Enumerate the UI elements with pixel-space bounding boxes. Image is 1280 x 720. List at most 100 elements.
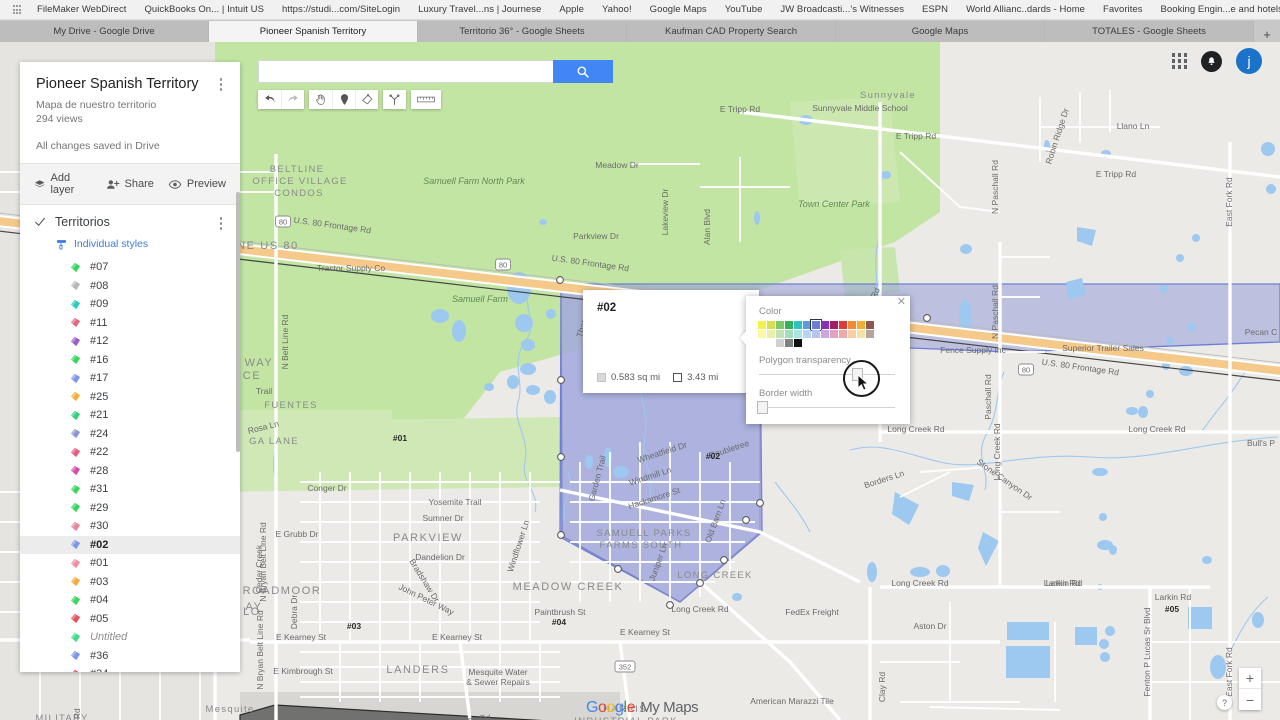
color-swatch[interactable] xyxy=(839,321,847,329)
color-swatch[interactable] xyxy=(866,321,874,329)
color-swatch[interactable] xyxy=(776,321,784,329)
browser-tab[interactable]: Territorio 36° - Google Sheets xyxy=(418,21,627,42)
color-swatch[interactable] xyxy=(839,330,847,338)
color-swatch[interactable] xyxy=(767,330,775,338)
bookmark-item[interactable]: YouTube xyxy=(716,0,772,19)
browser-tab-active[interactable]: Pioneer Spanish Territory xyxy=(209,21,418,42)
map-legend-panel[interactable]: Pioneer Spanish Territory Mapa de nuestr… xyxy=(20,62,240,672)
feature-list-item[interactable]: #34 xyxy=(20,665,240,672)
border-width-slider-track[interactable] xyxy=(759,407,895,408)
color-swatch[interactable] xyxy=(848,321,856,329)
border-width-slider-knob[interactable] xyxy=(757,401,768,414)
browser-tab[interactable]: Kaufman CAD Property Search xyxy=(627,21,836,42)
color-swatch[interactable] xyxy=(794,321,802,329)
search-button[interactable] xyxy=(553,60,613,83)
feature-list-item[interactable]: #21 xyxy=(20,406,240,425)
browser-tab[interactable]: TOTALES - Google Sheets xyxy=(1045,21,1254,42)
feature-list-item[interactable]: #02 xyxy=(20,535,240,554)
feature-list-item[interactable]: #09 xyxy=(20,295,240,314)
color-swatch[interactable] xyxy=(776,330,784,338)
layer-menu-icon[interactable] xyxy=(214,217,228,233)
feature-list-item[interactable]: #25 xyxy=(20,388,240,407)
feature-list-item[interactable]: #31 xyxy=(20,480,240,499)
map-tools-toolbar[interactable] xyxy=(258,90,441,109)
feature-list-item[interactable]: Untitled xyxy=(20,628,240,647)
feature-list-item[interactable]: #08 xyxy=(20,277,240,296)
color-swatch[interactable] xyxy=(830,321,838,329)
zoom-controls[interactable]: + − xyxy=(1239,668,1261,710)
color-swatch[interactable] xyxy=(812,330,820,338)
bookmark-item[interactable]: World Allianc..dards - Home xyxy=(957,0,1094,19)
color-swatch[interactable] xyxy=(857,321,865,329)
layer-visibility-checkbox[interactable] xyxy=(34,216,46,228)
bookmark-item[interactable]: Google Maps xyxy=(641,0,716,19)
browser-tab[interactable]: My Drive - Google Drive xyxy=(0,21,209,42)
bookmark-item[interactable]: JW Broadcasti...'s Witnesses xyxy=(771,0,913,19)
bookmark-item[interactable]: Booking Engin...e and hotels xyxy=(1152,0,1280,19)
color-swatch[interactable] xyxy=(785,321,793,329)
feature-list-item[interactable]: #05 xyxy=(20,610,240,629)
style-editor-popup[interactable]: ✕ Color Polygon transparency Border widt… xyxy=(746,296,910,424)
close-icon[interactable]: ✕ xyxy=(897,297,906,308)
map-search-bar[interactable] xyxy=(258,60,613,83)
directions-tool[interactable] xyxy=(383,90,406,109)
bell-icon[interactable] xyxy=(1201,50,1222,72)
kebab-menu-icon[interactable] xyxy=(214,78,228,94)
bookmark-item[interactable]: Yahoo! xyxy=(593,0,641,19)
help-button[interactable]: ? xyxy=(1217,695,1232,710)
zoom-out-button[interactable]: − xyxy=(1239,689,1261,710)
draw-line-tool[interactable] xyxy=(355,90,378,109)
color-swatch[interactable] xyxy=(866,330,874,338)
color-swatch[interactable] xyxy=(794,330,802,338)
add-marker-tool[interactable] xyxy=(332,90,355,109)
color-swatch[interactable] xyxy=(821,330,829,338)
color-swatch-grid[interactable] xyxy=(746,317,910,347)
measure-tool[interactable] xyxy=(411,90,441,109)
bookmark-item[interactable]: QuickBooks On... | Intuit US xyxy=(135,0,273,19)
select-pan-tool[interactable] xyxy=(309,90,332,109)
avatar[interactable]: j xyxy=(1236,48,1262,74)
feature-list-item[interactable]: #16 xyxy=(20,351,240,370)
individual-styles-link[interactable]: Individual styles xyxy=(56,238,226,250)
bookmark-item[interactable]: Apple xyxy=(550,0,593,19)
feature-list-item[interactable]: #22 xyxy=(20,443,240,462)
feature-list-item[interactable]: #01 xyxy=(20,554,240,573)
browser-tab[interactable]: Google Maps xyxy=(836,21,1045,42)
account-bar[interactable]: j xyxy=(1171,48,1262,74)
feature-list-item[interactable]: #04 xyxy=(20,591,240,610)
color-swatch[interactable] xyxy=(794,339,802,347)
feature-list-item[interactable]: #07 xyxy=(20,258,240,277)
color-swatch[interactable] xyxy=(830,330,838,338)
share-button[interactable]: Share xyxy=(106,178,154,191)
apps-grid-icon[interactable] xyxy=(1171,53,1187,69)
feature-info-card[interactable]: #02 0.583 sq mi 3.43 mi xyxy=(583,290,759,393)
feature-list[interactable]: #07 #08 #09 #11 #12 #16 #17 #25 #21 #24 #22 #28 #31 #… xyxy=(20,258,240,672)
feature-list-item[interactable]: #03 xyxy=(20,573,240,592)
feature-list-item[interactable]: #30 xyxy=(20,517,240,536)
color-swatch[interactable] xyxy=(810,319,822,331)
bookmark-item[interactable]: FileMaker WebDirect xyxy=(28,0,135,19)
color-swatch[interactable] xyxy=(821,321,829,329)
color-swatch[interactable] xyxy=(785,330,793,338)
new-tab-button[interactable]: + xyxy=(1254,27,1280,42)
bookmark-item[interactable]: Luxury Travel...ns | Journese xyxy=(409,0,550,19)
bookmark-item[interactable]: https://studi...com/SiteLogin xyxy=(273,0,409,19)
color-swatch[interactable] xyxy=(767,321,775,329)
preview-button[interactable]: Preview xyxy=(168,178,226,191)
color-swatch[interactable] xyxy=(848,330,856,338)
panel-scrollbar[interactable] xyxy=(236,192,240,452)
apps-grid-icon[interactable] xyxy=(6,3,28,17)
feature-list-item[interactable]: #24 xyxy=(20,425,240,444)
color-swatch[interactable] xyxy=(803,321,811,329)
color-swatch[interactable] xyxy=(758,330,766,338)
bookmark-item[interactable]: Favorites xyxy=(1094,0,1152,19)
undo-tool[interactable] xyxy=(258,90,281,109)
add-layer-button[interactable]: Add layer xyxy=(34,172,92,196)
feature-list-item[interactable]: #12 xyxy=(20,332,240,351)
zoom-in-button[interactable]: + xyxy=(1239,668,1261,689)
bookmark-item[interactable]: ESPN xyxy=(913,0,957,19)
search-input[interactable] xyxy=(258,60,553,83)
feature-list-item[interactable]: #28 xyxy=(20,462,240,481)
feature-list-item[interactable]: #36 xyxy=(20,647,240,666)
redo-tool[interactable] xyxy=(281,90,304,109)
